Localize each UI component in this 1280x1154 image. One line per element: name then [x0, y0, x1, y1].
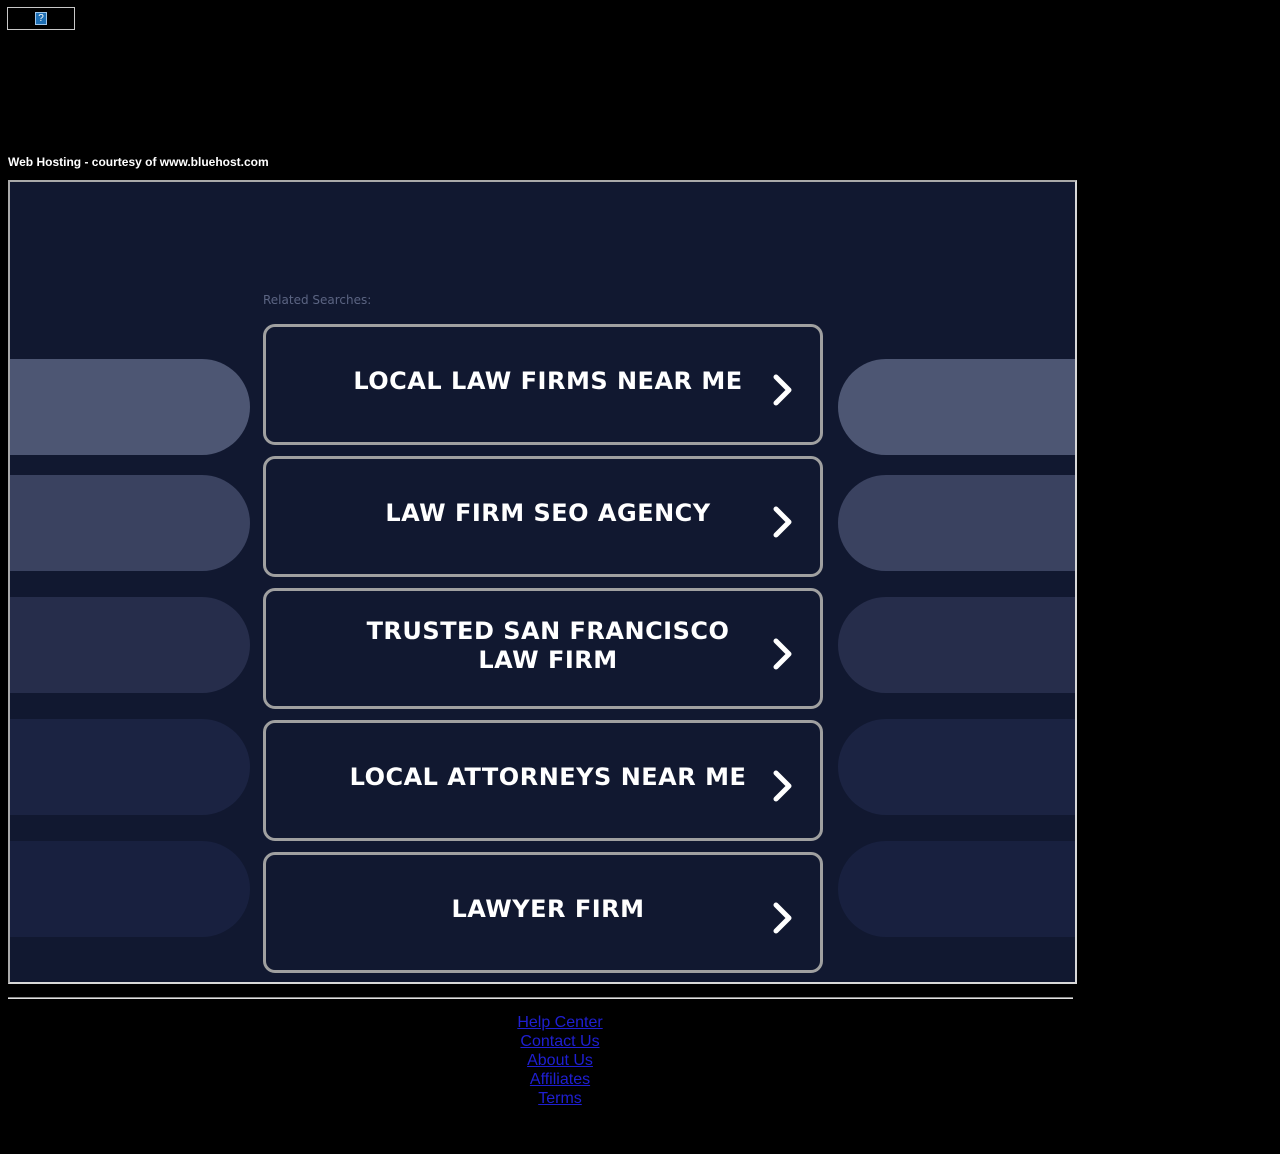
footer-link-terms[interactable]: Terms [0, 1089, 1120, 1108]
related-search-link[interactable]: LOCAL LAW FIRMS NEAR ME [263, 324, 823, 445]
decorative-pill-right-1 [838, 359, 1075, 455]
related-search-label: LOCAL LAW FIRMS NEAR ME [353, 367, 743, 395]
footer-link-help-center[interactable]: Help Center [0, 1013, 1120, 1032]
decorative-pill-right-3 [838, 597, 1075, 693]
decorative-pill-left-2 [10, 475, 250, 571]
footer-link-about-us[interactable]: About Us [0, 1051, 1120, 1070]
related-search-link[interactable]: LAW FIRM SEO AGENCY [263, 456, 823, 577]
chevron-right-icon [773, 638, 792, 670]
decorative-pill-right-2 [838, 475, 1075, 571]
related-searches-label: Related Searches: [263, 293, 372, 307]
chevron-right-icon [773, 374, 792, 406]
footer-links: Help Center Contact Us About Us Affiliat… [0, 1013, 1120, 1108]
related-search-link[interactable]: TRUSTED SAN FRANCISCO LAW FIRM [263, 588, 823, 709]
footer-divider [8, 997, 1073, 999]
decorative-pill-left-1 [10, 359, 250, 455]
related-searches-frame: Related Searches: LOCAL LAW FIRMS NEAR M… [8, 180, 1077, 984]
decorative-pill-right-4 [838, 719, 1075, 815]
footer-link-contact-us[interactable]: Contact Us [0, 1032, 1120, 1051]
decorative-pill-left-5 [10, 841, 250, 937]
chevron-right-icon [773, 902, 792, 934]
related-search-label: LAWYER FIRM [451, 895, 645, 923]
chevron-right-icon [773, 506, 792, 538]
footer-link-affiliates[interactable]: Affiliates [0, 1070, 1120, 1089]
decorative-pill-left-4 [10, 719, 250, 815]
hosting-credit-text: Web Hosting - courtesy of www.bluehost.c… [8, 155, 269, 169]
chevron-right-icon [773, 770, 792, 802]
related-search-label: LAW FIRM SEO AGENCY [385, 499, 711, 527]
decorative-pill-left-3 [10, 597, 250, 693]
related-search-link[interactable]: LOCAL ATTORNEYS NEAR ME [263, 720, 823, 841]
top-banner-frame[interactable]: ? [7, 7, 75, 30]
related-search-label: TRUSTED SAN FRANCISCO LAW FIRM [366, 616, 730, 674]
broken-image-icon[interactable]: ? [35, 12, 47, 25]
related-search-label: LOCAL ATTORNEYS NEAR ME [349, 763, 747, 791]
decorative-pill-right-5 [838, 841, 1075, 937]
related-search-link[interactable]: LAWYER FIRM [263, 852, 823, 973]
